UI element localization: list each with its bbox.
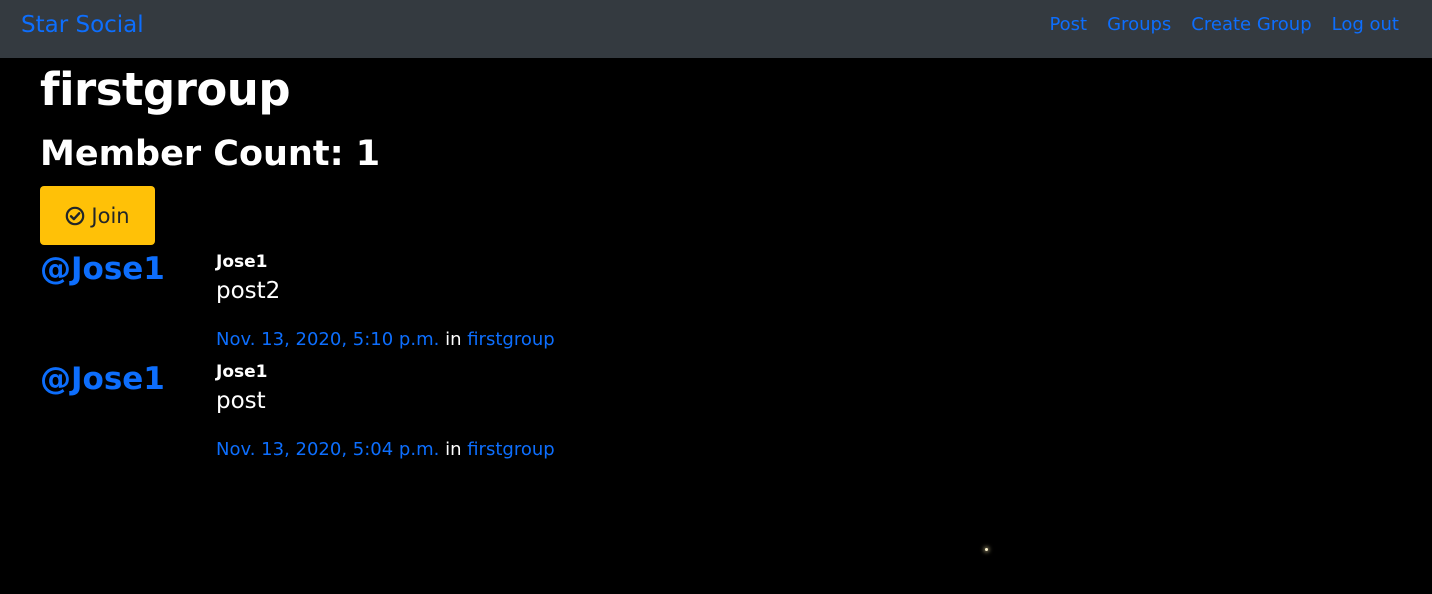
- nav-link-create-group[interactable]: Create Group: [1191, 13, 1311, 37]
- check-circle-icon: [65, 206, 85, 226]
- post-username: Jose1: [216, 252, 268, 272]
- nav-links: Post Groups Create Group Log out: [1049, 13, 1399, 37]
- group-title: firstgroup: [40, 63, 291, 116]
- background-star: [985, 548, 988, 551]
- post-in-word: in: [445, 329, 462, 350]
- top-navbar: Star Social Post Groups Create Group Log…: [0, 0, 1432, 58]
- post-group-link[interactable]: firstgroup: [467, 329, 554, 350]
- post-timestamp-link[interactable]: Nov. 13, 2020, 5:10 p.m.: [216, 329, 439, 350]
- member-count: Member Count: 1: [40, 134, 381, 174]
- brand-link[interactable]: Star Social: [21, 11, 144, 39]
- post-in-word: in: [445, 439, 462, 460]
- post-author-handle[interactable]: @Jose1: [40, 251, 165, 287]
- post-username: Jose1: [216, 362, 268, 382]
- nav-link-groups[interactable]: Groups: [1107, 13, 1171, 37]
- nav-link-post[interactable]: Post: [1049, 13, 1087, 37]
- join-button-label: Join: [91, 203, 130, 228]
- post-author-handle[interactable]: @Jose1: [40, 361, 165, 397]
- nav-link-log-out[interactable]: Log out: [1332, 13, 1399, 37]
- post-message: post: [216, 388, 266, 414]
- post-item: @Jose1 Jose1 post2 Nov. 13, 2020, 5:10 p…: [40, 251, 1040, 351]
- post-timestamp-link[interactable]: Nov. 13, 2020, 5:04 p.m.: [216, 439, 439, 460]
- post-meta: Nov. 13, 2020, 5:10 p.m. in firstgroup: [216, 329, 555, 351]
- post-message: post2: [216, 278, 281, 304]
- post-meta: Nov. 13, 2020, 5:04 p.m. in firstgroup: [216, 439, 555, 461]
- join-button[interactable]: Join: [40, 186, 155, 245]
- post-group-link[interactable]: firstgroup: [467, 439, 554, 460]
- post-item: @Jose1 Jose1 post Nov. 13, 2020, 5:04 p.…: [40, 361, 1040, 461]
